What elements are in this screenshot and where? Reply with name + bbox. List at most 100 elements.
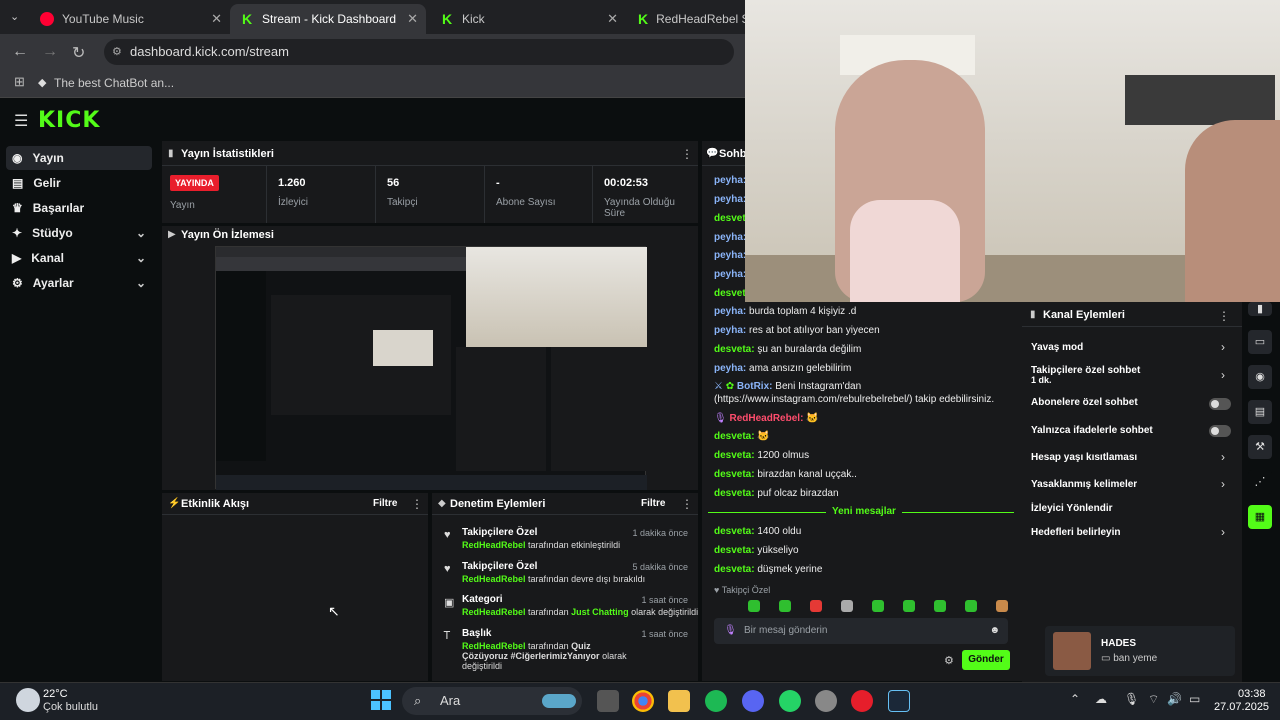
chat-message: peyha: ama ansızın gelebilirim — [714, 363, 852, 374]
chat-message-input[interactable]: 🎙 Bir mesaj gönderin ☻ — [714, 618, 1008, 644]
kick-logo[interactable]: KICK — [38, 108, 100, 133]
bookmark-chatbot[interactable]: The best ChatBot an... — [54, 76, 174, 90]
chat-username[interactable]: peyha: — [714, 269, 746, 280]
more-options-icon[interactable]: ⋮ — [1218, 309, 1230, 323]
whatsapp-icon[interactable] — [779, 690, 801, 712]
close-tab-icon[interactable]: ✕ — [607, 11, 618, 27]
account-age-restriction-item[interactable]: Hesap yaşı kısıtlaması — [1031, 452, 1137, 463]
forward-icon[interactable]: → — [42, 43, 58, 61]
taskbar-search[interactable]: ⌕ Ara — [402, 687, 582, 715]
chat-username[interactable]: peyha: — [714, 250, 746, 261]
chat-message: peyha: burda toplam 4 kişiyiz .d — [714, 306, 857, 317]
emote-icon[interactable] — [903, 600, 915, 612]
chevron-right-icon[interactable]: › — [1221, 340, 1225, 354]
clock-time[interactable]: 03:38 — [1238, 688, 1266, 700]
new-messages-label[interactable]: Yeni mesajlar — [826, 506, 902, 517]
task-view-icon[interactable] — [597, 690, 619, 712]
hamburger-menu-icon[interactable]: ☰ — [14, 111, 28, 131]
send-button[interactable]: Gönder — [962, 650, 1010, 670]
tab-kick[interactable]: K Kick ✕ — [430, 4, 626, 34]
text-title-icon: Ꭲ — [444, 630, 451, 642]
onedrive-icon[interactable]: ☁ — [1095, 692, 1107, 706]
divider — [432, 514, 698, 515]
preview-taskbar — [216, 475, 647, 490]
chevron-right-icon[interactable]: › — [1221, 450, 1225, 464]
stream-preview-video[interactable] — [215, 246, 647, 490]
rail-chat-icon[interactable]: ▭ — [1248, 330, 1272, 354]
clock-date[interactable]: 27.07.2025 — [1214, 701, 1269, 713]
rail-stats-icon[interactable]: ▮ — [1248, 302, 1272, 316]
windows-start-icon[interactable] — [371, 690, 391, 710]
emote-icon[interactable] — [996, 600, 1008, 612]
alert-text: ▭ ban yeme — [1101, 653, 1158, 664]
close-tab-icon[interactable]: ✕ — [407, 11, 418, 27]
emote-only-chat-item: Yalnızca ifadelerle sohbet — [1031, 425, 1153, 436]
battery-icon[interactable]: ▭ — [1189, 692, 1200, 706]
tab-kick-dashboard[interactable]: K Stream - Kick Dashboard ✕ — [230, 4, 426, 34]
chat-username[interactable]: peyha: — [714, 194, 746, 205]
weather-desc[interactable]: Çok bulutlu — [43, 701, 98, 713]
chrome-icon[interactable] — [632, 690, 654, 712]
banned-words-item[interactable]: Yasaklanmış kelimeler — [1031, 479, 1137, 490]
moderation-title: Denetim Eylemleri — [450, 498, 546, 510]
set-goals-item[interactable]: Hedefleri belirleyin — [1031, 527, 1120, 538]
rail-share-icon[interactable]: ⋰ — [1248, 470, 1272, 494]
subscribers-only-toggle[interactable] — [1209, 398, 1231, 410]
steam-icon[interactable] — [888, 690, 910, 712]
chat-message-link[interactable]: (https://www.instagram.com/rebulrebelreb… — [714, 394, 994, 405]
weather-temp[interactable]: 22°C — [43, 688, 68, 700]
sidebar-item-studyo[interactable]: ✦ Stüdyo ⌄ — [6, 221, 152, 245]
host-viewers-item[interactable]: İzleyici Yönlendir — [1031, 503, 1113, 514]
emote-icon[interactable] — [872, 600, 884, 612]
tab-youtube-music[interactable]: YouTube Music ✕ — [30, 4, 230, 34]
chat-username[interactable]: peyha: — [714, 232, 746, 243]
reload-icon[interactable]: ↻ — [72, 43, 85, 63]
more-options-icon[interactable]: ⋮ — [681, 147, 693, 161]
emote-icon[interactable] — [748, 600, 760, 612]
sidebar-item-kanal[interactable]: ▶ Kanal ⌄ — [6, 246, 152, 270]
rail-tools-icon[interactable]: ⚒ — [1248, 435, 1272, 459]
opera-icon[interactable] — [851, 690, 873, 712]
show-hidden-icons-chevron-icon[interactable]: ⌃ — [1070, 692, 1080, 706]
wifi-icon[interactable]: ⌔ — [1148, 692, 1159, 707]
sidebar-item-basarilar[interactable]: ♛ Başarılar — [6, 196, 152, 220]
chevron-down-icon: ⌄ — [135, 276, 146, 290]
weather-cloud-icon[interactable] — [16, 688, 40, 712]
chevron-right-icon[interactable]: › — [1221, 477, 1225, 491]
activity-filter-button[interactable]: Filtre — [373, 498, 397, 509]
moderation-filter-button[interactable]: Filtre — [641, 498, 665, 509]
more-options-icon[interactable]: ⋮ — [411, 497, 423, 511]
emoji-icon[interactable]: ☻ — [989, 618, 1000, 644]
spotify-icon[interactable] — [705, 690, 727, 712]
emote-icon[interactable] — [965, 600, 977, 612]
file-explorer-icon[interactable] — [668, 690, 690, 712]
microphone-icon[interactable]: 🎙 — [1124, 692, 1139, 706]
tab-search-chevron-icon[interactable]: ⌄ — [10, 10, 19, 23]
emote-icon[interactable] — [810, 600, 822, 612]
back-icon[interactable]: ← — [12, 43, 28, 61]
emote-only-toggle[interactable] — [1209, 425, 1231, 437]
chevron-right-icon[interactable]: › — [1221, 368, 1225, 382]
slow-mode-item[interactable]: Yavaş mod — [1031, 342, 1083, 353]
sidebar-item-yayin[interactable]: ◉ Yayın — [6, 146, 152, 170]
url-input[interactable]: ⚙ dashboard.kick.com/stream — [104, 39, 734, 65]
sidebar-item-gelir[interactable]: ▤ Gelir — [6, 171, 152, 195]
site-info-icon[interactable]: ⚙ — [112, 39, 122, 65]
emote-icon[interactable] — [934, 600, 946, 612]
discord-icon[interactable] — [742, 690, 764, 712]
rail-active-panel-icon[interactable]: ▦ — [1248, 505, 1272, 529]
emote-icon[interactable] — [841, 600, 853, 612]
rail-layout-icon[interactable]: ▤ — [1248, 400, 1272, 424]
chat-settings-gear-icon[interactable]: ⚙ — [944, 654, 954, 667]
more-options-icon[interactable]: ⋮ — [681, 497, 693, 511]
close-tab-icon[interactable]: ✕ — [211, 11, 222, 27]
apps-grid-icon[interactable]: ⊞ — [14, 74, 25, 90]
chat-username[interactable]: peyha: — [714, 175, 746, 186]
emote-icon[interactable] — [779, 600, 791, 612]
obs-icon[interactable] — [815, 690, 837, 712]
sidebar-item-ayarlar[interactable]: ⚙ Ayarlar ⌄ — [6, 271, 152, 295]
rail-broadcast-icon[interactable]: ◉ — [1248, 365, 1272, 389]
volume-icon[interactable]: 🔊 — [1167, 692, 1182, 706]
chevron-right-icon[interactable]: › — [1221, 525, 1225, 539]
tab-redheadrebel[interactable]: K RedHeadRebel Strea — [628, 4, 745, 34]
